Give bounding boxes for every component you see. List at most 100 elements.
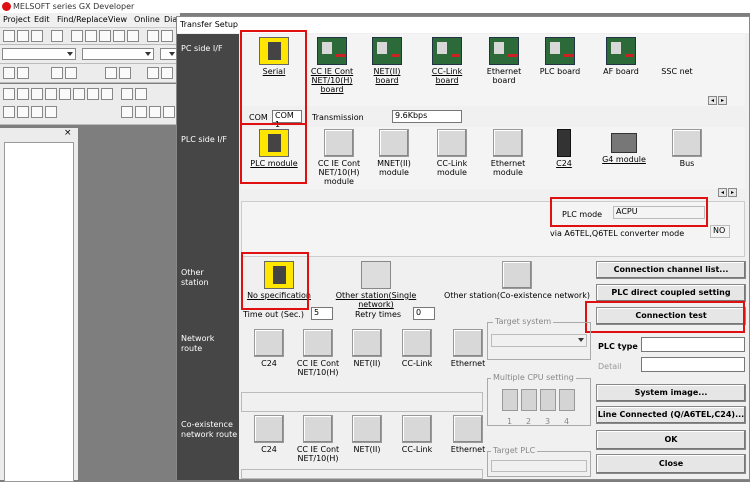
cut-icon[interactable] bbox=[71, 30, 83, 42]
coil-icon[interactable] bbox=[45, 88, 57, 100]
cpu-2-button[interactable] bbox=[521, 389, 537, 411]
timeout-field[interactable]: 5 bbox=[311, 307, 333, 320]
converter-mode-field[interactable]: NO bbox=[710, 225, 730, 238]
paste-icon[interactable] bbox=[99, 30, 111, 42]
write-icon[interactable] bbox=[119, 67, 131, 79]
line-connected-button[interactable]: Line Connected (Q/A6TEL,C24)... bbox=[596, 406, 746, 424]
plc-if-g4[interactable]: G4 module bbox=[601, 129, 647, 164]
network-route-cc-ie[interactable]: CC IE Cont NET/10(H) bbox=[293, 329, 343, 377]
other-station-single[interactable]: Other station(Single network) bbox=[317, 261, 435, 309]
menu-view[interactable]: View bbox=[108, 15, 127, 24]
transmission-field[interactable]: 9.6Kbps bbox=[392, 110, 462, 123]
coexistence-route-c24[interactable]: C24 bbox=[249, 415, 289, 454]
contact-no-icon[interactable] bbox=[3, 88, 15, 100]
falling-edge-icon[interactable] bbox=[135, 88, 147, 100]
plc-if-ethernet[interactable]: Ethernet module bbox=[483, 129, 533, 177]
network-route-c24[interactable]: C24 bbox=[249, 329, 289, 368]
pc-if-ethernet[interactable]: Ethernet board bbox=[480, 37, 528, 85]
ok-button[interactable]: OK bbox=[596, 430, 746, 450]
plc-scroll-right-icon[interactable]: ▸ bbox=[728, 188, 737, 197]
rising-edge-icon[interactable] bbox=[121, 88, 133, 100]
draw-line-icon[interactable] bbox=[31, 106, 43, 118]
statement-icon[interactable] bbox=[135, 106, 147, 118]
plc-if-cc-link[interactable]: CC-Link module bbox=[427, 129, 477, 177]
read-icon[interactable] bbox=[105, 67, 117, 79]
pc-if-plc-board[interactable]: PLC board bbox=[538, 37, 582, 76]
plc-if-mnet[interactable]: MNET(II) module bbox=[369, 129, 419, 177]
plc-direct-coupled-button[interactable]: PLC direct coupled setting bbox=[596, 284, 746, 302]
contact-nc-icon[interactable] bbox=[17, 88, 29, 100]
network-route-net2[interactable]: NET(II) bbox=[347, 329, 387, 368]
line-vertical-icon[interactable] bbox=[87, 88, 99, 100]
project-tree[interactable] bbox=[4, 142, 74, 482]
search-icon[interactable] bbox=[147, 30, 159, 42]
plc-if-cc-ie[interactable]: CC IE Cont NET/10(H) module bbox=[311, 129, 367, 186]
comment-icon[interactable] bbox=[121, 106, 133, 118]
instruction-icon[interactable] bbox=[59, 88, 71, 100]
connection-channel-list-button[interactable]: Connection channel list... bbox=[596, 261, 746, 279]
close-button[interactable]: Close bbox=[596, 454, 746, 474]
copy-icon[interactable] bbox=[85, 30, 97, 42]
device-icon[interactable] bbox=[51, 67, 63, 79]
operation-icon[interactable] bbox=[17, 106, 29, 118]
alias-icon[interactable] bbox=[163, 106, 175, 118]
redo-icon[interactable] bbox=[127, 30, 139, 42]
ladder-icon[interactable] bbox=[3, 67, 15, 79]
plc-if-bus[interactable]: Bus bbox=[665, 129, 709, 168]
pc-scroll-right-icon[interactable]: ▸ bbox=[718, 96, 727, 105]
target-system-combo[interactable] bbox=[491, 334, 587, 347]
cpu-1-button[interactable] bbox=[502, 389, 518, 411]
list-icon[interactable] bbox=[17, 67, 29, 79]
highlight-connection-test bbox=[585, 301, 745, 333]
pulse-icon[interactable] bbox=[3, 106, 15, 118]
line-horizontal-icon[interactable] bbox=[73, 88, 85, 100]
system-image-button[interactable]: System image... bbox=[596, 384, 746, 402]
note-icon[interactable] bbox=[149, 106, 161, 118]
coexistence-route-cc-link[interactable]: CC-Link bbox=[395, 415, 439, 454]
monitor-icon[interactable] bbox=[65, 67, 77, 79]
network-route-cc-link[interactable]: CC-Link bbox=[395, 329, 439, 368]
network-route-net2-label: NET(II) bbox=[353, 359, 381, 368]
coexistence-route-net2[interactable]: NET(II) bbox=[347, 415, 387, 454]
program-combo[interactable] bbox=[82, 48, 154, 60]
other-station-coexistence[interactable]: Other station(Co-existence network) bbox=[443, 261, 591, 300]
target-plc-field[interactable] bbox=[491, 460, 587, 472]
pc-if-net2[interactable]: NET(II) board bbox=[363, 37, 411, 85]
pc-if-ssc-net[interactable]: SSC net bbox=[655, 67, 699, 76]
new-file-icon[interactable] bbox=[3, 30, 15, 42]
pc-scroll-left-icon[interactable]: ◂ bbox=[708, 96, 717, 105]
network-route-ethernet[interactable]: Ethernet bbox=[447, 329, 489, 368]
menu-project[interactable]: Project bbox=[3, 15, 30, 24]
retry-field[interactable]: 0 bbox=[413, 307, 435, 320]
print-icon[interactable] bbox=[51, 30, 63, 42]
contact-parallel-icon[interactable] bbox=[31, 88, 43, 100]
multiple-cpu-label: Multiple CPU setting bbox=[491, 373, 576, 382]
pc-if-cc-link[interactable]: CC-Link board bbox=[423, 37, 471, 85]
undo-icon[interactable] bbox=[113, 30, 125, 42]
pc-if-af-board[interactable]: AF board bbox=[599, 37, 643, 76]
plc-type-field[interactable] bbox=[641, 337, 745, 352]
detail-field[interactable] bbox=[641, 357, 745, 372]
replace-icon[interactable] bbox=[161, 30, 173, 42]
gray-button-icon bbox=[493, 129, 523, 157]
cpu-4-button[interactable] bbox=[559, 389, 575, 411]
zoom-icon[interactable] bbox=[161, 67, 173, 79]
coexistence-route-cc-ie[interactable]: CC IE Cont NET/10(H) bbox=[293, 415, 343, 463]
coexistence-route-ethernet[interactable]: Ethernet bbox=[447, 415, 489, 454]
pc-if-cc-ie[interactable]: CC IE Cont NET/10(H) board bbox=[307, 37, 357, 94]
network-icon bbox=[361, 261, 391, 289]
menu-online[interactable]: Online bbox=[134, 15, 160, 24]
menu-edit[interactable]: Edit bbox=[34, 15, 50, 24]
pane-close-icon[interactable]: × bbox=[64, 128, 72, 138]
project-combo[interactable] bbox=[2, 48, 76, 60]
plc-scroll-left-icon[interactable]: ◂ bbox=[718, 188, 727, 197]
erase-line-icon[interactable] bbox=[45, 106, 57, 118]
line-delete-icon[interactable] bbox=[101, 88, 113, 100]
cpu-2-label: 2 bbox=[526, 417, 532, 426]
verify-icon[interactable] bbox=[147, 67, 159, 79]
open-folder-icon[interactable] bbox=[17, 30, 29, 42]
save-icon[interactable] bbox=[31, 30, 43, 42]
menu-find-replace[interactable]: Find/Replace bbox=[57, 15, 108, 24]
cpu-3-button[interactable] bbox=[540, 389, 556, 411]
plc-if-c24[interactable]: C24 bbox=[544, 129, 584, 168]
